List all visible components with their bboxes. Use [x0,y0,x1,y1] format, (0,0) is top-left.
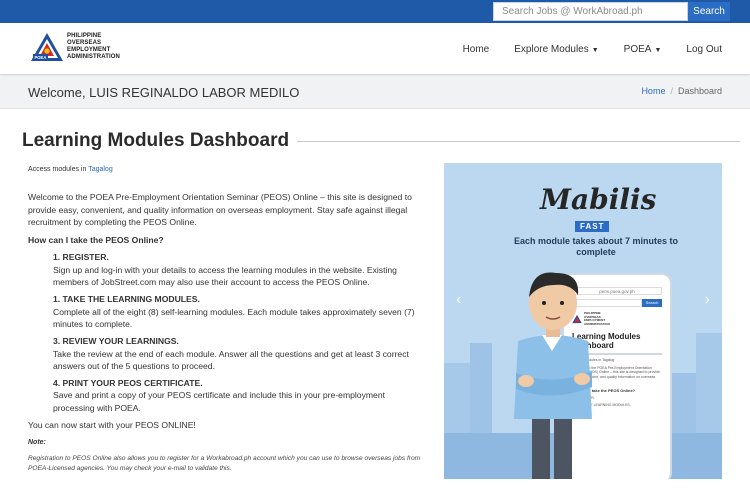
step-review: 3. REVIEW YOUR LEARNINGS. Take the revie… [53,335,428,372]
access-modules: Access modules in Tagalog [28,164,428,176]
how-heading: How can I take the PEOS Online? [28,235,164,246]
site-header: POEA PHILIPPINE OVERSEAS EMPLOYMENT ADMI… [0,23,750,75]
note-text: Registration to PEOS Online also allows … [28,454,421,472]
main-nav: Home Explore Modules ▼ POEA ▼ Log Out [438,23,722,75]
breadcrumb-home-link[interactable]: Home [641,86,665,96]
breadcrumb-separator: / [670,86,673,96]
logo-line: EMPLOYMENT [67,47,111,53]
phone-search-button: Search [642,299,662,307]
steps-list: 1. REGISTER. Sign up and log-in with you… [53,251,428,414]
search-button[interactable]: Search [688,2,730,21]
fast-badge: FAST [575,221,610,232]
page-title: Learning Modules Dashboard [22,130,290,151]
carousel-prev-icon[interactable]: ‹ [456,291,461,309]
logo-line: PHILIPPINE [67,33,102,39]
step-text: Complete all of the eight (8) self-learn… [53,306,415,329]
nav-poea-label: POEA [623,43,652,55]
job-search: Search [493,2,730,21]
poea-logo[interactable]: POEA PHILIPPINE OVERSEAS EMPLOYMENT ADMI… [30,31,120,63]
caret-down-icon: ▼ [591,46,599,54]
tagalog-link[interactable]: Tagalog [88,166,113,173]
step-title: 4. PRINT YOUR PEOS CERTIFICATE. [53,378,203,389]
step-modules: 1. TAKE THE LEARNING MODULES. Complete a… [53,293,428,330]
access-prefix: Access modules in [28,166,87,173]
step-text: Take the review at the end of each modul… [53,348,409,371]
breadcrumb: Home / Dashboard [641,86,722,96]
carousel-tagline: Each module takes about 7 minutes to com… [513,236,679,257]
cartoon-man-illustration [514,272,592,479]
carousel-next-icon[interactable]: › [705,291,710,309]
intro-paragraph: Welcome to the POEA Pre-Employment Orien… [28,192,412,227]
step-text: Save and print a copy of your PEOS certi… [53,390,385,413]
logo-text: PHILIPPINE OVERSEAS EMPLOYMENT ADMINISTR… [67,33,120,61]
step-register: 1. REGISTER. Sign up and log-in with you… [53,251,428,288]
main-content: Access modules in Tagalog Welcome to the… [28,164,428,474]
poea-triangle-logo-icon: POEA [31,33,63,61]
logo-line: OVERSEAS [67,40,102,46]
start-text: You can now start with your PEOS ONLINE! [28,420,196,431]
promo-carousel: Mabilis FAST Each module takes about 7 m… [444,163,722,479]
breadcrumb-current: Dashboard [677,86,722,96]
note-label: Note: [28,439,46,447]
step-title: 1. REGISTER. [53,252,109,263]
step-title: 3. REVIEW YOUR LEARNINGS. [53,336,179,347]
job-search-input[interactable] [493,2,688,21]
nav-explore-label: Explore Modules [514,43,589,55]
step-text: Sign up and log-in with your details to … [53,264,397,288]
nav-explore-modules[interactable]: Explore Modules ▼ [514,44,598,55]
caret-down-icon: ▼ [654,46,662,54]
logo-line: ADMINISTRATION [67,54,120,60]
step-certificate: 4. PRINT YOUR PEOS CERTIFICATE. Save and… [53,377,428,414]
nav-home[interactable]: Home [463,44,490,55]
title-divider [297,141,740,142]
step-title: 1. TAKE THE LEARNING MODULES. [53,294,200,305]
top-bar: Search [0,0,750,23]
nav-poea[interactable]: POEA ▼ [624,44,662,55]
nav-logout[interactable]: Log Out [686,44,722,55]
welcome-bar: Welcome, LUIS REGINALDO LABOR MEDILO Hom… [0,76,750,109]
svg-text:POEA: POEA [35,55,47,60]
welcome-message: Welcome, LUIS REGINALDO LABOR MEDILO [28,85,300,100]
mabilis-brand: Mabilis [540,183,657,216]
